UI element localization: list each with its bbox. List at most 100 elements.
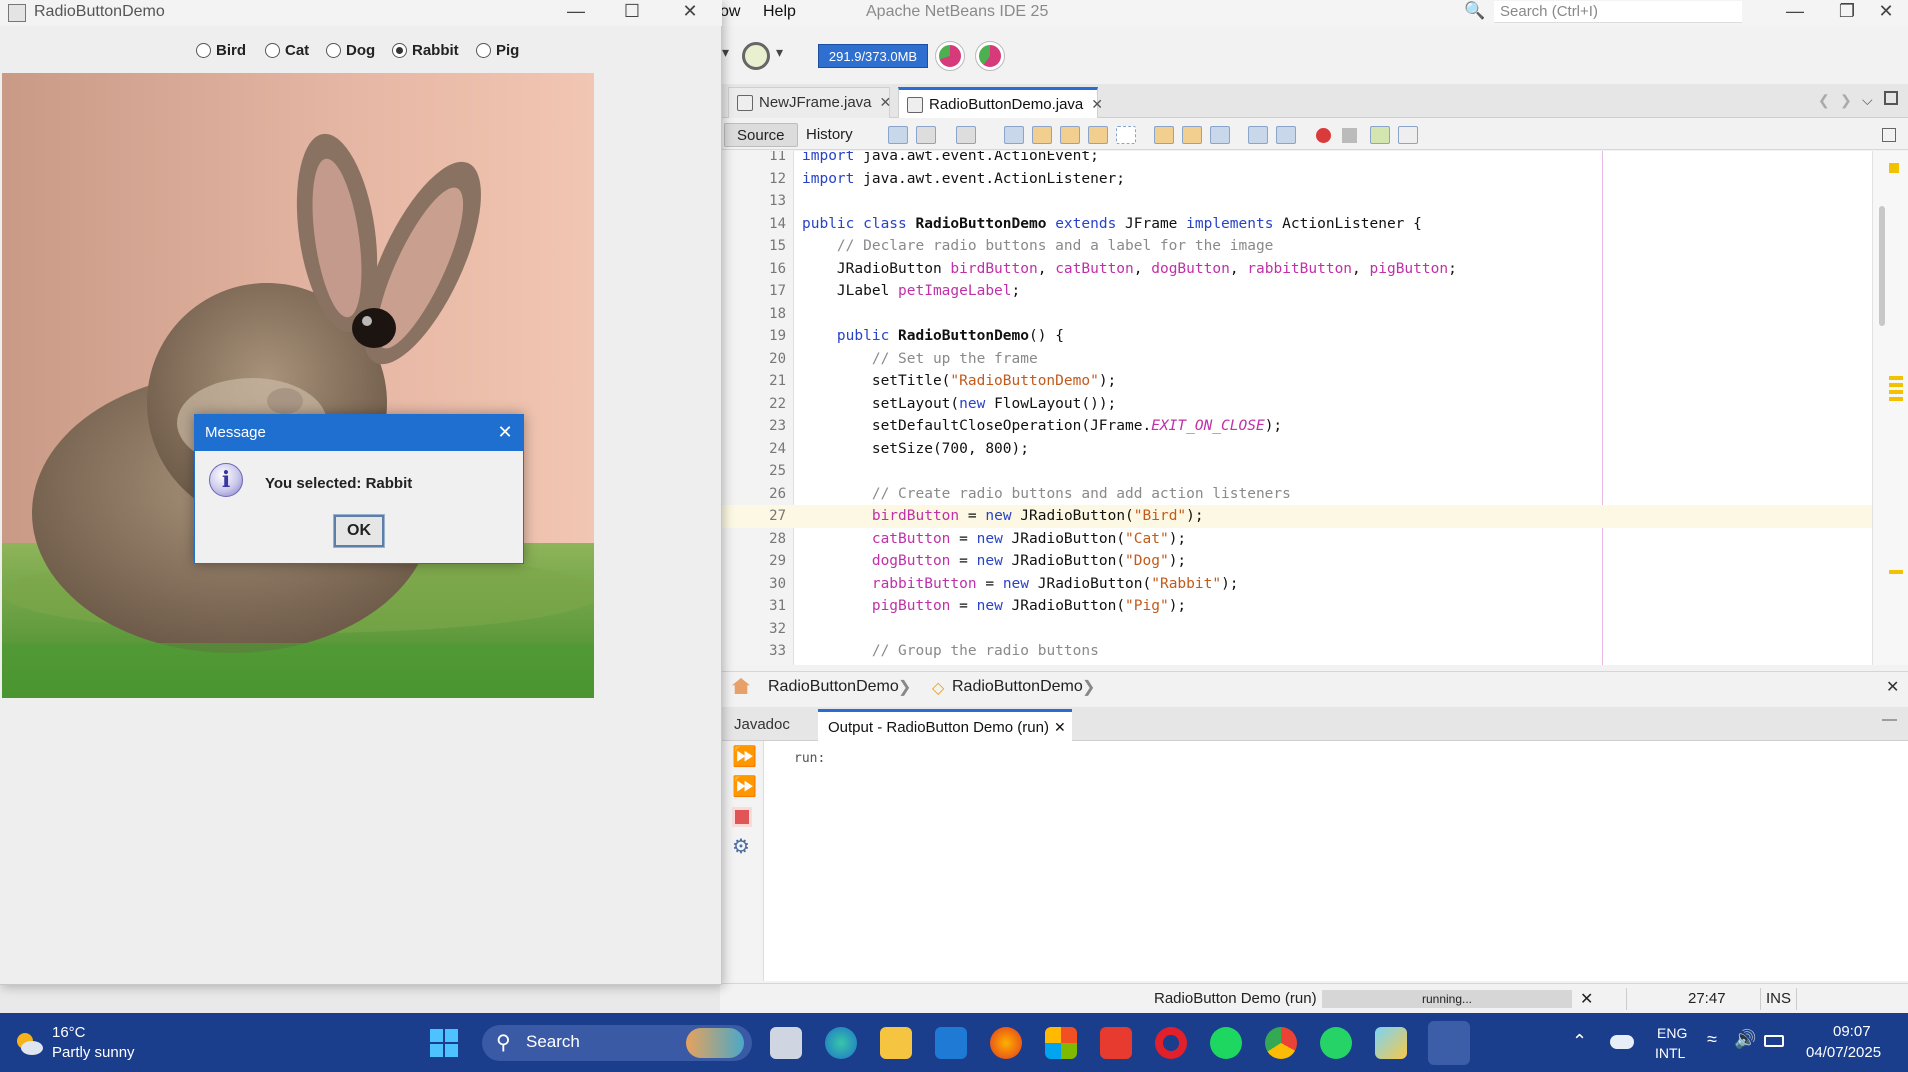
code-line[interactable]: 24 setSize(700, 800); [720,438,1872,461]
close-icon[interactable]: ✕ [1886,677,1899,697]
language-bottom[interactable]: INTL [1655,1045,1685,1061]
find-selection-icon[interactable] [1088,126,1108,144]
code-line[interactable]: 32 [720,618,1872,641]
minimize-icon[interactable]: — [550,0,602,24]
warning-marker[interactable] [1889,163,1899,173]
tab-javadoc[interactable]: Javadoc [724,709,800,741]
code-line[interactable]: 14 public class RadioButtonDemo extends J… [720,213,1872,236]
radio-circle[interactable] [326,42,341,58]
rerun-icon[interactable]: ⏩ [732,747,757,767]
close-icon[interactable]: ✕ [1580,989,1593,1009]
chevron-down-icon[interactable]: ⌵ [1862,92,1873,109]
maximize-icon[interactable]: ☐ [606,0,658,24]
whatsapp-icon[interactable] [1320,1027,1352,1059]
onedrive-icon[interactable] [1610,1035,1634,1049]
running-task-label[interactable]: RadioButton Demo (run) [1154,990,1317,1007]
dropdown-icon[interactable]: ▾ [776,44,783,61]
code-line[interactable]: 26 // Create radio buttons and add actio… [720,483,1872,506]
tab-newjframe[interactable]: NewJFrame.java ✕ [728,87,892,118]
toggle-bookmark-icon[interactable] [1210,126,1230,144]
menu-help[interactable]: Help [763,3,796,21]
chevron-right-icon[interactable]: ❯ [1840,92,1852,109]
back-icon[interactable] [916,126,936,144]
close-icon[interactable]: ✕ [880,94,892,110]
record-macro-icon[interactable] [1316,128,1331,143]
vpn-app-icon[interactable] [1375,1027,1407,1059]
code-line[interactable]: 29 dogButton = new JRadioButton("Dog"); [720,550,1872,573]
battery-icon[interactable] [1764,1035,1784,1047]
ide-search-input[interactable]: Search (Ctrl+I) [1494,1,1742,23]
microsoft-store-icon[interactable] [1045,1027,1077,1059]
settings-icon[interactable]: ⚙ [732,837,752,857]
code-line[interactable]: 13 [720,190,1872,213]
insert-mode[interactable]: INS [1766,990,1791,1007]
shift-left-icon[interactable] [1248,126,1268,144]
breadcrumb-class[interactable]: RadioButtonDemo [768,678,899,696]
last-edit-icon[interactable] [888,126,908,144]
code-line[interactable]: 18 [720,303,1872,326]
code-line[interactable]: 16 JRadioButton birdButton, catButton, d… [720,258,1872,281]
radio-circle[interactable] [265,42,280,58]
breadcrumb-member[interactable]: RadioButtonDemo [952,678,1083,696]
profiler-icon[interactable] [975,41,1005,71]
file-explorer-icon[interactable] [880,1027,912,1059]
task-view-icon[interactable] [770,1027,802,1059]
find-previous-icon[interactable] [1032,126,1052,144]
radio-rabbit[interactable]: Rabbit [392,41,459,63]
search-icon[interactable]: 🔍 [1464,1,1485,21]
edge-icon[interactable] [825,1027,857,1059]
code-line[interactable]: 21 setTitle("RadioButtonDemo"); [720,370,1872,393]
stop-macro-icon[interactable] [1342,128,1357,143]
maximize-icon[interactable] [1884,91,1898,105]
output-panel[interactable]: ⏩ ⏩ ⚙ run: [720,741,1908,981]
code-line[interactable]: 15 // Declare radio buttons and a label … [720,235,1872,258]
caret-position[interactable]: 27:47 [1688,990,1726,1007]
forward-icon[interactable] [956,126,976,144]
code-editor[interactable]: 11 import java.awt.event.ActionEvent; 12 im… [720,151,1872,665]
find-next-icon[interactable] [1060,126,1080,144]
volume-icon[interactable]: 🔊 [1734,1029,1756,1050]
close-icon[interactable]: ✕ [1860,0,1908,24]
netbeans-java-icon[interactable] [1428,1021,1470,1065]
gc-icon[interactable] [935,41,965,71]
uncomment-icon[interactable] [1398,126,1418,144]
weather-temperature[interactable]: 16°C [52,1024,86,1041]
close-icon[interactable]: ✕ [1054,719,1066,736]
radio-pig[interactable]: Pig [476,41,519,63]
source-button[interactable]: Source [724,123,798,147]
close-icon[interactable]: ✕ [493,421,517,445]
radio-cat[interactable]: Cat [265,41,309,63]
rerun-different-icon[interactable]: ⏩ [732,777,757,797]
wifi-icon[interactable]: ≈ [1707,1029,1717,1050]
radio-bird[interactable]: Bird [196,41,246,63]
chevron-left-icon[interactable]: ❮ [1818,92,1830,109]
clock-time[interactable]: 09:07 [1833,1023,1871,1040]
next-bookmark-icon[interactable] [1182,126,1202,144]
select-icon[interactable] [1116,126,1136,144]
wps-office-icon[interactable] [1100,1027,1132,1059]
radio-dog[interactable]: Dog [326,41,375,63]
comment-icon[interactable] [1370,126,1390,144]
tab-radiobuttondemo[interactable]: RadioButtonDemo.java ✕ [898,87,1103,118]
weather-description[interactable]: Partly sunny [52,1044,135,1061]
minimize-icon[interactable]: — [1882,711,1897,728]
spotify-icon[interactable] [1210,1027,1242,1059]
code-line[interactable]: 33 // Group the radio buttons [720,640,1872,663]
code-line[interactable]: 19 public RadioButtonDemo() { [720,325,1872,348]
ok-button[interactable]: OK [333,514,385,548]
code-line[interactable]: 22 setLayout(new FlowLayout()); [720,393,1872,416]
clock-date[interactable]: 04/07/2025 [1806,1044,1881,1061]
minimize-icon[interactable]: — [1769,0,1821,24]
dropdown-icon[interactable]: ▾ [722,44,729,61]
close-icon[interactable]: ✕ [1091,96,1103,112]
code-line[interactable]: 30 rabbitButton = new JRadioButton("Rabb… [720,573,1872,596]
menu-window[interactable]: ow [720,3,740,21]
close-icon[interactable]: ✕ [664,0,716,24]
caret-marker[interactable] [1889,570,1903,574]
code-line[interactable]: 31 pigButton = new JRadioButton("Pig"); [720,595,1872,618]
occurrence-marker[interactable] [1889,376,1903,380]
opera-icon[interactable] [1155,1027,1187,1059]
code-line[interactable]: 20 // Set up the frame [720,348,1872,371]
firefox-icon[interactable] [990,1027,1022,1059]
language-top[interactable]: ENG [1657,1025,1687,1041]
